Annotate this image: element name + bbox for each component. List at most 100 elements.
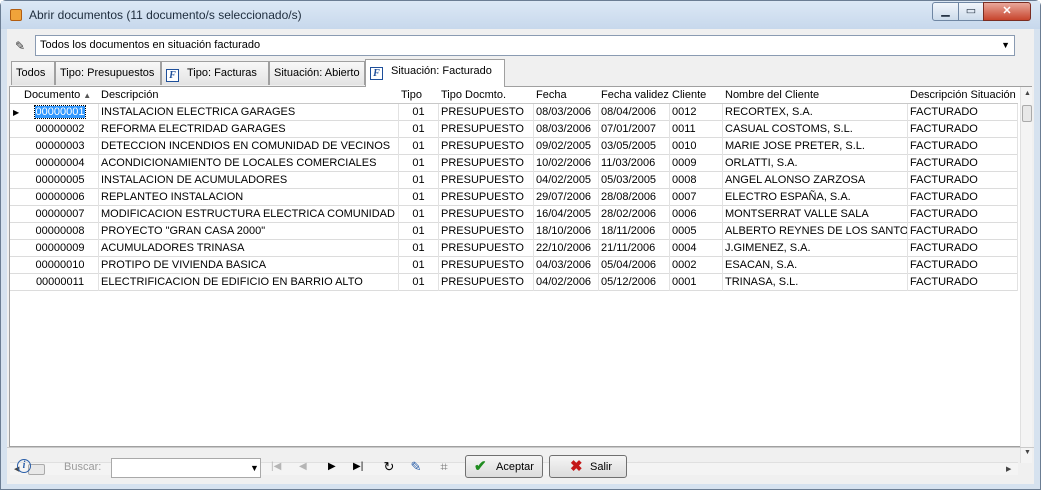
info-icon[interactable]: i (17, 459, 31, 473)
cell-tipo-docmto[interactable]: PRESUPUESTO (439, 240, 534, 257)
cell-documento[interactable]: 00000008 (22, 223, 99, 240)
cell-tipo[interactable]: 01 (399, 189, 439, 206)
col-header-tipo[interactable]: Tipo (399, 87, 439, 104)
filter-select[interactable]: Todos los documentos en situación factur… (35, 35, 1015, 56)
cell-tipo[interactable]: 01 (399, 172, 439, 189)
vertical-scrollbar[interactable]: ▲ ▼ (1020, 87, 1032, 463)
last-record-button[interactable]: ▶| (353, 461, 363, 472)
cell-nombre-cliente[interactable]: CASUAL COSTOMS, S.L. (723, 121, 908, 138)
cell-descripcion-situacion[interactable]: FACTURADO (908, 206, 1018, 223)
tab-tipo-facturas[interactable]: F Tipo: Facturas (161, 61, 269, 85)
documents-grid[interactable]: Documento ▲ Descripción Tipo Tipo Docmto.… (9, 86, 1032, 475)
cell-descripcion-situacion[interactable]: FACTURADO (908, 223, 1018, 240)
cell-fecha-validez[interactable]: 11/03/2006 (599, 155, 670, 172)
cell-tipo[interactable]: 01 (399, 274, 439, 291)
cell-documento[interactable]: 00000005 (22, 172, 99, 189)
table-row[interactable]: 00000008 PROYECTO "GRAN CASA 2000" 01 PRESU… (10, 223, 1018, 240)
cell-fecha-validez[interactable]: 21/11/2006 (599, 240, 670, 257)
cell-tipo-docmto[interactable]: PRESUPUESTO (439, 138, 534, 155)
cell-cliente[interactable]: 0008 (670, 172, 723, 189)
cell-descripcion[interactable]: MODIFICACION ESTRUCTURA ELECTRICA COMUNI… (99, 206, 399, 223)
cell-documento[interactable]: 00000011 (22, 274, 99, 291)
cell-fecha-validez[interactable]: 05/04/2006 (599, 257, 670, 274)
cell-fecha[interactable]: 09/02/2005 (534, 138, 599, 155)
table-row[interactable]: 00000002 REFORMA ELECTRIDAD GARAGES 01 PRES… (10, 121, 1018, 138)
table-row[interactable]: 00000010 PROTIPO DE VIVIENDA BASICA 01 PRES… (10, 257, 1018, 274)
cell-nombre-cliente[interactable]: RECORTEX, S.A. (723, 104, 908, 121)
cell-fecha-validez[interactable]: 05/12/2006 (599, 274, 670, 291)
cell-tipo-docmto[interactable]: PRESUPUESTO (439, 104, 534, 121)
cell-descripcion[interactable]: PROYECTO "GRAN CASA 2000" (99, 223, 399, 240)
cell-fecha[interactable]: 29/07/2006 (534, 189, 599, 206)
cell-documento[interactable]: 00000010 (22, 257, 99, 274)
cell-tipo-docmto[interactable]: PRESUPUESTO (439, 274, 534, 291)
col-header-descripcion-situacion[interactable]: Descripción Situación (908, 87, 1018, 104)
chevron-down-icon[interactable]: ▼ (250, 463, 259, 473)
cell-fecha[interactable]: 18/10/2006 (534, 223, 599, 240)
cell-descripcion[interactable]: ACONDICIONAMIENTO DE LOCALES COMERCIALES (99, 155, 399, 172)
col-header-fecha[interactable]: Fecha (534, 87, 599, 104)
cell-fecha-validez[interactable]: 28/08/2006 (599, 189, 670, 206)
col-header-documento[interactable]: Documento ▲ (22, 87, 99, 104)
cell-cliente[interactable]: 0002 (670, 257, 723, 274)
cell-descripcion[interactable]: REFORMA ELECTRIDAD GARAGES (99, 121, 399, 138)
table-row[interactable]: 00000003 DETECCION INCENDIOS EN COMUNIDAD… (10, 138, 1018, 155)
cell-tipo-docmto[interactable]: PRESUPUESTO (439, 189, 534, 206)
refresh-icon[interactable]: ↻ (380, 458, 398, 476)
cell-fecha[interactable]: 04/03/2006 (534, 257, 599, 274)
table-row[interactable]: 00000005 INSTALACION DE ACUMULADORES 01 PRE… (10, 172, 1018, 189)
scroll-up-icon[interactable]: ▲ (1024, 90, 1031, 97)
minimize-button[interactable]: ▁ (932, 2, 959, 21)
cell-descripcion[interactable]: INSTALACION ELECTRICA GARAGES (99, 104, 399, 121)
cell-descripcion-situacion[interactable]: FACTURADO (908, 155, 1018, 172)
tab-situacion-facturado[interactable]: F Situación: Facturado (365, 59, 505, 87)
tab-todos[interactable]: Todos (11, 61, 55, 85)
cell-nombre-cliente[interactable]: TRINASA, S.L. (723, 274, 908, 291)
tag-icon[interactable]: ⌗ (435, 458, 453, 476)
maximize-button[interactable]: ▭ (958, 2, 984, 21)
table-row[interactable]: 00000004 ACONDICIONAMIENTO DE LOCALES COM… (10, 155, 1018, 172)
cell-tipo[interactable]: 01 (399, 155, 439, 172)
cell-cliente[interactable]: 0012 (670, 104, 723, 121)
tab-situacion-abierto[interactable]: Situación: Abierto (269, 61, 365, 85)
cell-tipo-docmto[interactable]: PRESUPUESTO (439, 155, 534, 172)
cell-cliente[interactable]: 0005 (670, 223, 723, 240)
prev-record-button[interactable]: ◀ (299, 461, 307, 472)
cell-tipo[interactable]: 01 (399, 206, 439, 223)
col-header-cliente[interactable]: Cliente (670, 87, 723, 104)
cell-descripcion[interactable]: ELECTRIFICACION DE EDIFICIO EN BARRIO AL… (99, 274, 399, 291)
cell-nombre-cliente[interactable]: MARIE JOSE PRETER, S.L. (723, 138, 908, 155)
table-row[interactable]: 00000007 MODIFICACION ESTRUCTURA ELECTRIC… (10, 206, 1018, 223)
cell-documento[interactable]: 00000007 (22, 206, 99, 223)
cell-cliente[interactable]: 0004 (670, 240, 723, 257)
cell-fecha-validez[interactable]: 08/04/2006 (599, 104, 670, 121)
cell-fecha[interactable]: 04/02/2005 (534, 172, 599, 189)
cell-documento[interactable]: 00000009 (22, 240, 99, 257)
cell-descripcion[interactable]: INSTALACION DE ACUMULADORES (99, 172, 399, 189)
cell-fecha[interactable]: 08/03/2006 (534, 104, 599, 121)
cell-tipo-docmto[interactable]: PRESUPUESTO (439, 172, 534, 189)
cell-tipo[interactable]: 01 (399, 121, 439, 138)
cell-fecha-validez[interactable]: 18/11/2006 (599, 223, 670, 240)
cell-tipo-docmto[interactable]: PRESUPUESTO (439, 223, 534, 240)
cell-fecha[interactable]: 04/02/2006 (534, 274, 599, 291)
cell-tipo[interactable]: 01 (399, 240, 439, 257)
cell-descripcion[interactable]: REPLANTEO INSTALACION (99, 189, 399, 206)
cell-documento[interactable]: 00000006 (22, 189, 99, 206)
cell-nombre-cliente[interactable]: MONTSERRAT VALLE SALA (723, 206, 908, 223)
cell-nombre-cliente[interactable]: ESACAN, S.A. (723, 257, 908, 274)
title-bar[interactable]: Abrir documentos (11 documento/s selecci… (1, 1, 1040, 29)
cell-cliente[interactable]: 0007 (670, 189, 723, 206)
cell-descripcion[interactable]: ACUMULADORES TRINASA (99, 240, 399, 257)
exit-button[interactable]: ✖ Salir (549, 455, 627, 478)
table-row[interactable]: 00000009 ACUMULADORES TRINASA 01 PRESUPUEST… (10, 240, 1018, 257)
cell-cliente[interactable]: 0010 (670, 138, 723, 155)
cell-nombre-cliente[interactable]: ANGEL ALONSO ZARZOSA (723, 172, 908, 189)
col-header-nombre-cliente[interactable]: Nombre del Cliente (723, 87, 908, 104)
cell-fecha[interactable]: 16/04/2005 (534, 206, 599, 223)
cell-descripcion-situacion[interactable]: FACTURADO (908, 257, 1018, 274)
cell-cliente[interactable]: 0009 (670, 155, 723, 172)
search-input[interactable] (111, 458, 261, 478)
cell-documento[interactable]: 00000004 (22, 155, 99, 172)
cell-tipo-docmto[interactable]: PRESUPUESTO (439, 257, 534, 274)
